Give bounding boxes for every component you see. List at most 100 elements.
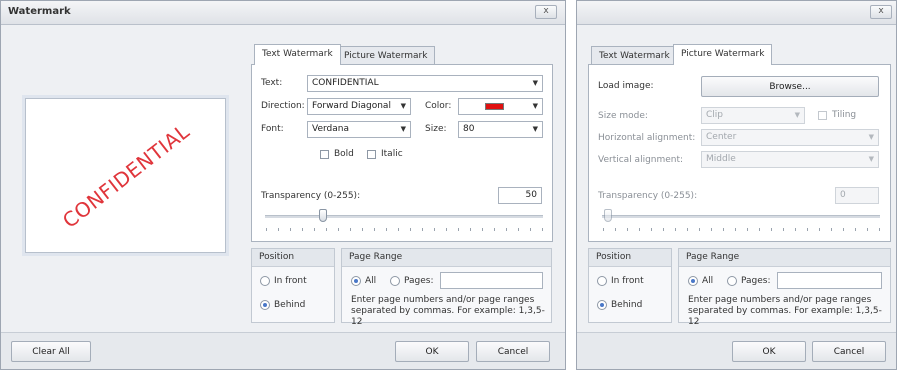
transparency-slider-thumb[interactable]	[604, 209, 612, 222]
chevron-down-icon[interactable]: ▼	[869, 152, 874, 167]
dialog-title: Watermark	[8, 6, 71, 17]
cancel-button[interactable]: Cancel	[476, 341, 550, 362]
all-pages-radio[interactable]	[351, 276, 361, 286]
in-front-label: In front	[274, 276, 307, 286]
pages-input[interactable]	[777, 272, 882, 289]
tab-text-watermark[interactable]: Text Watermark	[254, 44, 341, 65]
size-mode-label: Size mode:	[598, 111, 648, 121]
size-mode-value: Clip	[706, 110, 723, 120]
tab-picture-watermark[interactable]: Picture Watermark	[673, 44, 773, 65]
load-image-label: Load image:	[598, 81, 654, 91]
dialog-footer: OK Cancel	[577, 332, 896, 369]
chevron-down-icon[interactable]: ▼	[869, 130, 874, 145]
in-front-radio[interactable]	[260, 276, 270, 286]
italic-label: Italic	[381, 149, 403, 159]
watermark-preview: CONFIDENTIAL	[25, 98, 226, 253]
close-icon[interactable]: x	[870, 5, 892, 19]
page-range-group: Page Range All Pages: Enter page numbers…	[341, 248, 552, 327]
watermark-dialog-text: Watermark x CONFIDENTIAL Text Watermark …	[0, 0, 566, 370]
browse-button[interactable]: Browse...	[701, 76, 879, 97]
behind-radio[interactable]	[260, 300, 270, 310]
picture-watermark-panel: Load image: Browse... Size mode: Clip ▼ …	[588, 64, 891, 242]
page-range-group: Page Range All Pages: Enter page numbers…	[678, 248, 891, 327]
pages-radio[interactable]	[727, 276, 737, 286]
position-group: Position In front Behind	[251, 248, 335, 323]
title-bar: Watermark x	[1, 1, 565, 25]
vertical-alignment-select[interactable]: Middle ▼	[701, 151, 879, 168]
direction-label: Direction:	[261, 101, 305, 111]
chevron-down-icon[interactable]: ▼	[533, 99, 538, 114]
position-header: Position	[252, 249, 334, 267]
ok-button[interactable]: OK	[732, 341, 806, 362]
direction-select[interactable]: Forward Diagonal ▼	[307, 98, 411, 115]
color-swatch	[485, 103, 504, 110]
color-picker[interactable]: ▼	[458, 98, 543, 115]
title-bar: x	[577, 1, 896, 25]
page-range-hint: Enter page numbers and/or page ranges se…	[351, 295, 545, 327]
horizontal-alignment-select[interactable]: Center ▼	[701, 129, 879, 146]
text-combobox[interactable]: CONFIDENTIAL ▼	[307, 75, 543, 92]
size-combobox[interactable]: 80 ▼	[458, 121, 543, 138]
behind-label: Behind	[274, 300, 306, 310]
cancel-button[interactable]: Cancel	[812, 341, 886, 362]
transparency-value: 0	[840, 190, 846, 200]
chevron-down-icon[interactable]: ▼	[401, 122, 406, 137]
vertical-alignment-value: Middle	[706, 154, 736, 164]
close-icon[interactable]: x	[535, 5, 557, 19]
chevron-down-icon[interactable]: ▼	[401, 99, 406, 114]
pages-radio[interactable]	[390, 276, 400, 286]
font-select[interactable]: Verdana ▼	[307, 121, 411, 138]
transparency-input[interactable]: 0	[835, 187, 879, 204]
in-front-radio[interactable]	[597, 276, 607, 286]
bold-label: Bold	[334, 149, 354, 159]
vertical-alignment-label: Vertical alignment:	[598, 155, 684, 165]
all-label: All	[702, 276, 714, 286]
font-label: Font:	[261, 124, 284, 134]
size-mode-select[interactable]: Clip ▼	[701, 107, 805, 124]
transparency-slider-thumb[interactable]	[319, 209, 327, 222]
watermark-dialog-picture: x Text Watermark Picture Watermark Load …	[576, 0, 897, 370]
transparency-label: Transparency (0-255):	[598, 191, 698, 201]
tab-text-watermark[interactable]: Text Watermark	[591, 46, 678, 65]
behind-radio[interactable]	[597, 300, 607, 310]
horizontal-alignment-label: Horizontal alignment:	[598, 133, 696, 143]
ok-button[interactable]: OK	[395, 341, 469, 362]
behind-label: Behind	[611, 300, 643, 310]
text-label: Text:	[261, 78, 283, 88]
transparency-slider-track	[265, 215, 543, 218]
page-range-header: Page Range	[342, 249, 551, 267]
all-pages-radio[interactable]	[688, 276, 698, 286]
size-value: 80	[463, 124, 475, 134]
preview-watermark-text: CONFIDENTIAL	[57, 118, 194, 233]
direction-value: Forward Diagonal	[312, 101, 391, 111]
transparency-slider-track	[602, 215, 880, 218]
color-label: Color:	[425, 101, 452, 111]
all-label: All	[365, 276, 377, 286]
size-label: Size:	[425, 124, 447, 134]
slider-ticks	[603, 228, 881, 231]
pages-input[interactable]	[440, 272, 543, 289]
tiling-checkbox[interactable]	[818, 111, 827, 120]
transparency-value: 50	[525, 190, 537, 200]
horizontal-alignment-value: Center	[706, 132, 737, 142]
transparency-label: Transparency (0-255):	[261, 191, 361, 201]
page-range-hint: Enter page numbers and/or page ranges se…	[688, 295, 882, 327]
italic-checkbox[interactable]	[367, 150, 376, 159]
position-group: Position In front Behind	[588, 248, 672, 323]
pages-label: Pages:	[741, 276, 771, 286]
dialog-footer: Clear All OK Cancel	[1, 332, 565, 369]
font-value: Verdana	[312, 124, 349, 134]
clear-all-button[interactable]: Clear All	[11, 341, 91, 362]
chevron-down-icon[interactable]: ▼	[533, 122, 538, 137]
chevron-down-icon[interactable]: ▼	[795, 108, 800, 123]
tab-picture-watermark[interactable]: Picture Watermark	[336, 46, 436, 65]
in-front-label: In front	[611, 276, 644, 286]
slider-ticks	[266, 228, 544, 231]
tiling-label: Tiling	[832, 110, 857, 120]
pages-label: Pages:	[404, 276, 434, 286]
transparency-input[interactable]: 50	[498, 187, 542, 204]
chevron-down-icon[interactable]: ▼	[533, 76, 538, 91]
text-watermark-panel: Text: CONFIDENTIAL ▼ Direction: Forward …	[251, 64, 553, 242]
page-range-header: Page Range	[679, 249, 890, 267]
bold-checkbox[interactable]	[320, 150, 329, 159]
